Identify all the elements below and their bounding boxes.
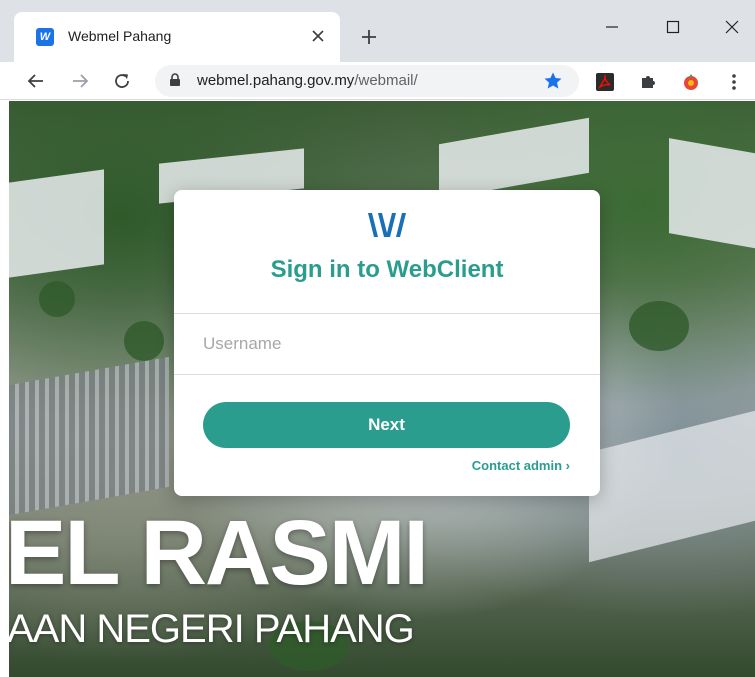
- username-field-container: [174, 313, 600, 375]
- tab-favicon-icon: W: [36, 28, 54, 46]
- address-bar[interactable]: webmel.pahang.gov.my/webmail/: [155, 65, 579, 97]
- login-card: Sign in to WebClient Next Contact admin …: [174, 190, 600, 496]
- window-close-icon[interactable]: [712, 12, 752, 42]
- plus-icon[interactable]: [356, 24, 382, 50]
- browser-toolbar: webmel.pahang.gov.my/webmail/: [0, 62, 755, 100]
- browser-tab[interactable]: W Webmel Pahang: [14, 12, 340, 64]
- background-building: [589, 409, 755, 563]
- background-building: [9, 169, 104, 278]
- acrobat-icon[interactable]: [594, 71, 616, 93]
- minimize-icon[interactable]: [592, 12, 632, 42]
- background-tree: [39, 281, 75, 317]
- url-path: /webmail/: [354, 72, 418, 89]
- lock-icon[interactable]: [169, 73, 181, 92]
- puzzle-icon[interactable]: [637, 71, 659, 93]
- background-tree: [629, 301, 689, 351]
- background-building: [669, 138, 755, 249]
- webclient-logo-icon: [364, 210, 408, 240]
- star-icon[interactable]: [543, 71, 563, 96]
- maximize-icon[interactable]: [653, 12, 693, 42]
- login-page-background: EL RASMI AAN NEGERI PAHANG Sign in to We…: [9, 101, 755, 677]
- username-input[interactable]: [174, 314, 600, 374]
- url-text: webmel.pahang.gov.my/webmail/: [197, 72, 418, 89]
- background-building: [439, 117, 589, 200]
- extension-icon[interactable]: [680, 71, 702, 93]
- arrow-right-icon[interactable]: [66, 67, 94, 95]
- login-title: Sign in to WebClient: [270, 256, 504, 283]
- background-tree: [124, 321, 164, 361]
- kebab-menu-icon[interactable]: [723, 71, 745, 93]
- contact-admin-link[interactable]: Contact admin ›: [472, 458, 570, 473]
- background-parking-lot: [9, 356, 169, 516]
- arrow-left-icon[interactable]: [22, 67, 50, 95]
- tab-title: Webmel Pahang: [68, 28, 172, 44]
- reload-icon[interactable]: [108, 67, 136, 95]
- background-watermark-title: EL RASMI: [9, 502, 429, 604]
- close-icon[interactable]: [308, 26, 328, 46]
- background-watermark-subtitle: AAN NEGERI PAHANG: [9, 607, 415, 651]
- browser-titlebar: W Webmel Pahang: [0, 0, 755, 64]
- url-domain: webmel.pahang.gov.my: [197, 72, 355, 89]
- next-button[interactable]: Next: [203, 402, 570, 448]
